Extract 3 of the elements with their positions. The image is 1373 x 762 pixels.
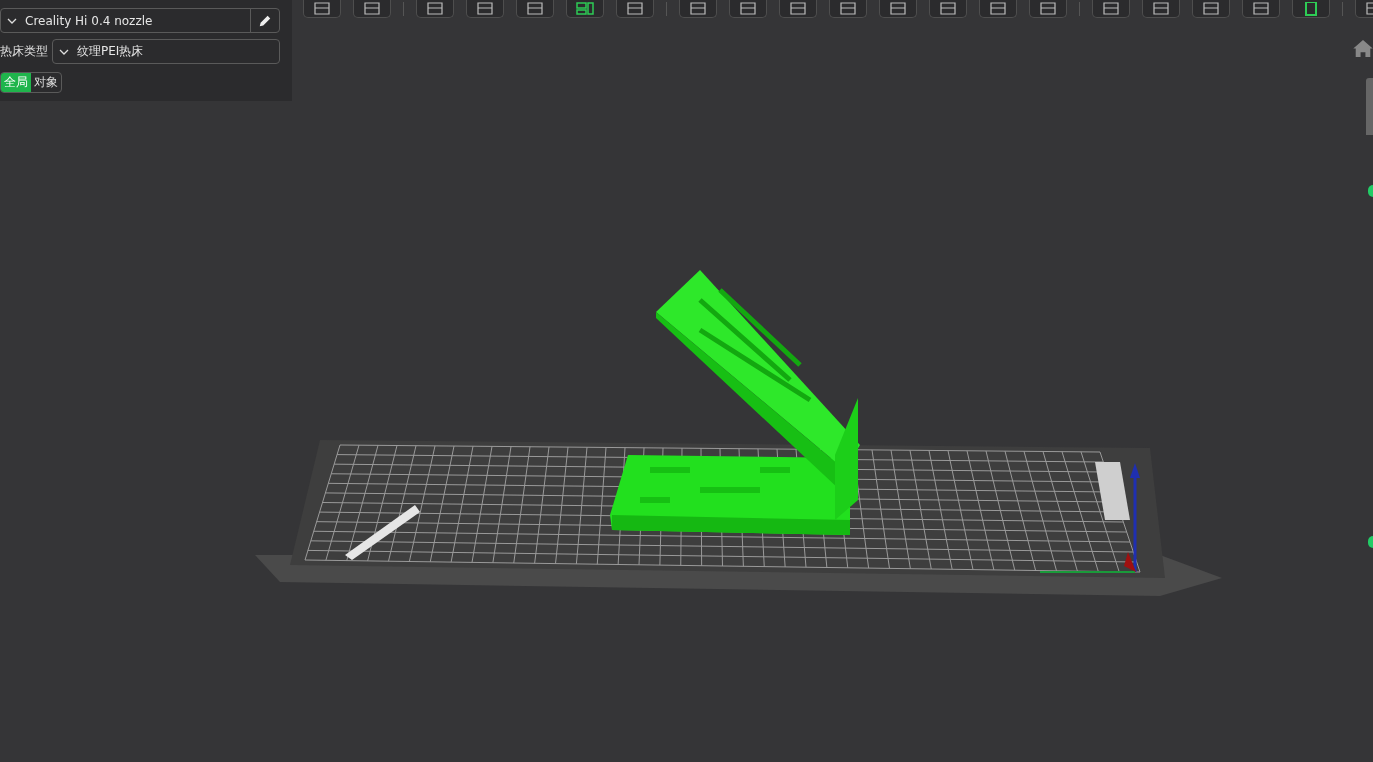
bed-type-label: 热床类型 bbox=[0, 43, 48, 60]
printer-name: Creality Hi 0.4 nozzle bbox=[25, 13, 153, 28]
bed-type-value: 纹理PEI热床 bbox=[77, 43, 144, 60]
